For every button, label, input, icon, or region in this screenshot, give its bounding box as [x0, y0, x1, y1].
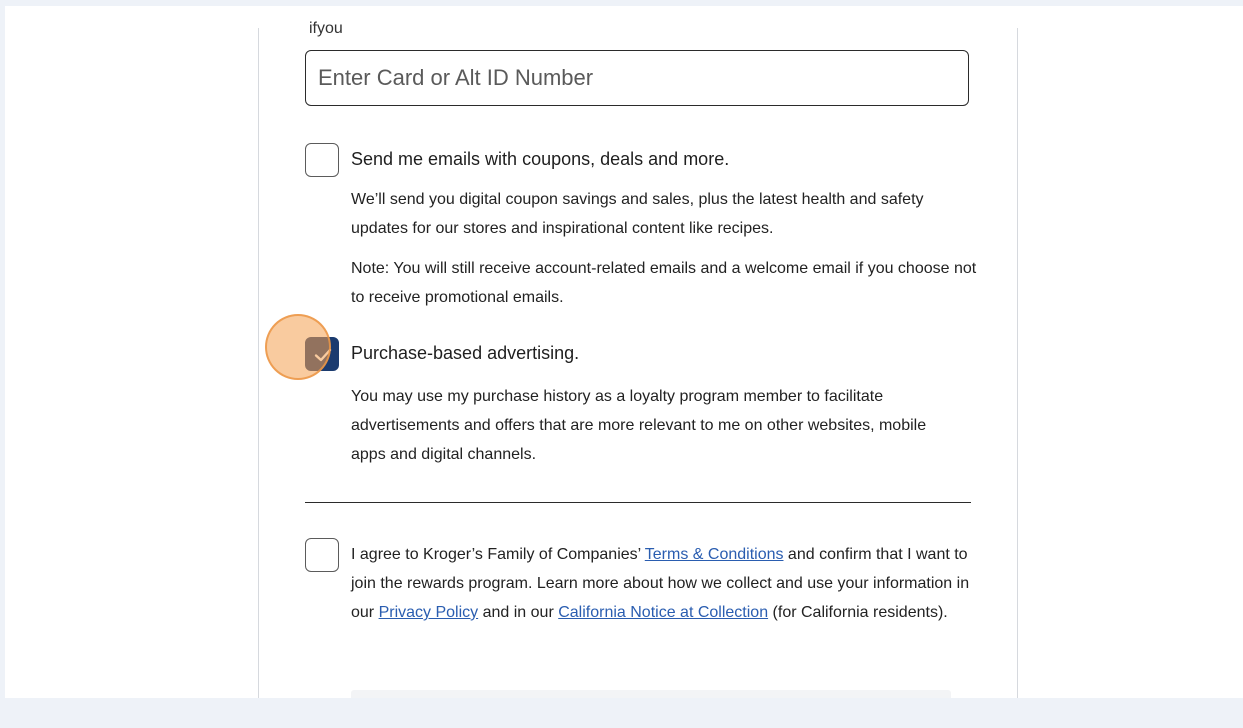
section-divider: [305, 502, 971, 503]
email-opt-in-checkbox[interactable]: [305, 143, 339, 177]
email-opt-in-label: Send me emails with coupons, deals and m…: [351, 149, 730, 169]
page-frame: ifyou Send me emails with coupons, deals…: [5, 6, 1243, 698]
terms-conditions-link[interactable]: Terms & Conditions: [645, 546, 784, 563]
terms-text-part-4: (for California residents).: [768, 604, 948, 621]
purchase-ads-checkbox[interactable]: [305, 337, 339, 371]
registration-form-panel: ifyou Send me emails with coupons, deals…: [258, 20, 1018, 698]
cut-off-label: ifyou: [309, 20, 343, 37]
checkmark-icon: [314, 348, 332, 362]
email-opt-in-note: Note: You will still receive account-rel…: [351, 260, 977, 306]
purchase-ads-label: Purchase-based advertising.: [351, 343, 580, 363]
terms-text-part-3: and in our: [478, 604, 559, 621]
purchase-ads-description: You may use my purchase history as a loy…: [351, 388, 927, 463]
card-number-input[interactable]: [305, 50, 969, 106]
privacy-policy-link[interactable]: Privacy Policy: [379, 604, 479, 621]
terms-agree-checkbox[interactable]: [305, 538, 339, 572]
faded-next-section: [351, 690, 951, 698]
terms-text: I agree to Kroger’s Family of Companies’…: [351, 540, 977, 627]
email-opt-in-description: We’ll send you digital coupon savings an…: [351, 191, 924, 237]
california-notice-link[interactable]: California Notice at Collection: [558, 604, 768, 621]
terms-text-part-1: I agree to Kroger’s Family of Companies’: [351, 546, 645, 563]
